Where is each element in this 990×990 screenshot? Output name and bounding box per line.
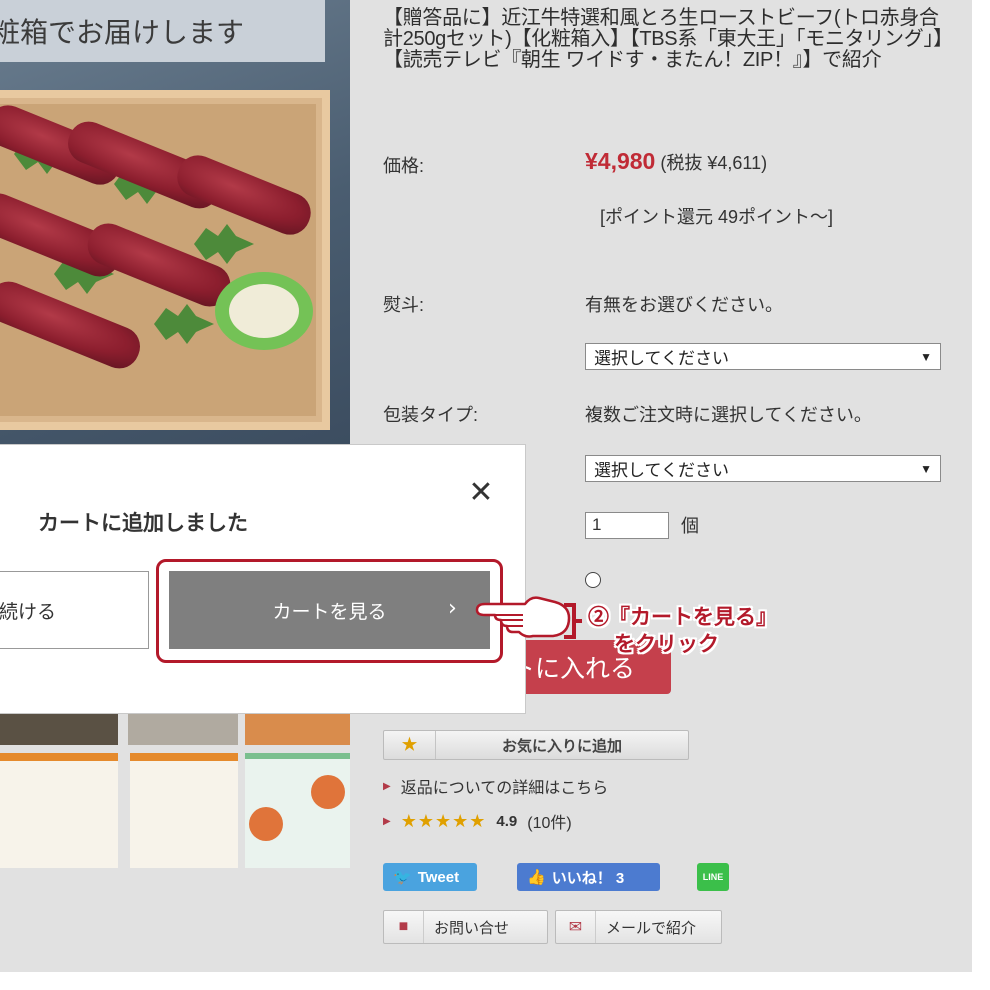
close-icon[interactable]: ✕ bbox=[466, 478, 496, 508]
tweet-button[interactable]: 🐦 Tweet bbox=[383, 863, 477, 891]
chevron-down-icon: ▼ bbox=[920, 461, 932, 476]
like-label: いいね！ 3 bbox=[551, 869, 625, 887]
add-favorite-label: お気に入りに追加 bbox=[501, 737, 622, 755]
rating-row[interactable]: ▶ ★★★★★ 4.9 (10件) bbox=[383, 809, 572, 833]
rating-count: (10件) bbox=[527, 815, 572, 832]
points-note: [ポイント還元 49ポイント～] bbox=[600, 207, 834, 227]
speech-bubble-icon: ■ bbox=[384, 911, 424, 943]
rating-score: 4.9 bbox=[496, 812, 518, 830]
product-photo: 粧箱でお届けします bbox=[0, 0, 350, 445]
mail-referral-label: メールで紹介 bbox=[606, 919, 697, 937]
triangle-bullet-icon: ▶ bbox=[383, 815, 391, 827]
highlight-frame bbox=[156, 559, 503, 663]
photo-banner-text: 粧箱でお届けします bbox=[0, 16, 245, 49]
price-label: 価格: bbox=[383, 156, 425, 176]
bird-icon: 🐦 bbox=[393, 869, 412, 886]
bracket-icon bbox=[564, 603, 582, 639]
product-page: 粧箱でお届けします 【贈答品に】近江牛特選和風とろ生ローストビーフ(トロ赤身合計… bbox=[0, 0, 972, 972]
product-title: 【贈答品に】近江牛特選和風とろ生ローストビーフ(トロ赤身合計250gセット)【化… bbox=[383, 7, 943, 71]
quantity-unit: 個 bbox=[681, 516, 699, 536]
thumbs-up-icon: 👍 bbox=[527, 869, 546, 886]
triangle-bullet-icon: ▶ bbox=[383, 780, 391, 792]
wrapping-label: 包装タイプ: bbox=[383, 405, 479, 425]
photo-banner: 粧箱でお届けします bbox=[0, 0, 325, 62]
inquiry-label: お問い合せ bbox=[434, 919, 510, 937]
wrapping-select[interactable]: 選択してください ▼ bbox=[585, 455, 941, 482]
price-value: ¥4,980 bbox=[585, 148, 656, 174]
noshi-prompt: 有無をお選びください。 bbox=[585, 295, 783, 315]
pointing-hand-icon bbox=[475, 596, 571, 638]
envelope-icon: ✉ bbox=[556, 911, 596, 943]
returns-link-label: 返品についての詳細はこちら bbox=[400, 780, 609, 797]
noshi-select[interactable]: 選択してください ▼ bbox=[585, 343, 941, 370]
thumbnail-gallery bbox=[0, 713, 350, 868]
noshi-select-value: 選択してください bbox=[594, 349, 729, 368]
thumbnail[interactable] bbox=[245, 713, 350, 745]
instruction-line-1: ②『カートを見る』 bbox=[588, 606, 777, 629]
mail-referral-button[interactable]: ✉ メールで紹介 bbox=[555, 910, 722, 944]
gift-box-image bbox=[0, 90, 330, 430]
continue-shopping-label: 続ける bbox=[0, 601, 57, 623]
chevron-down-icon: ▼ bbox=[920, 349, 932, 364]
quantity-input[interactable]: 1 bbox=[585, 512, 669, 539]
line-share-button[interactable]: LINE bbox=[697, 863, 729, 891]
dialog-title: カートに追加しました bbox=[38, 512, 248, 535]
continue-shopping-button[interactable]: 続ける bbox=[0, 571, 149, 649]
instruction-line-2: をクリック bbox=[614, 633, 719, 656]
thumbnail[interactable] bbox=[128, 713, 238, 745]
like-button[interactable]: 👍 いいね！ 3 bbox=[517, 863, 660, 891]
tweet-label: Tweet bbox=[417, 868, 460, 886]
instruction-callout: ②『カートを見る』 をクリック bbox=[588, 604, 777, 658]
option-radio[interactable] bbox=[585, 572, 601, 588]
inquiry-button[interactable]: ■ お問い合せ bbox=[383, 910, 548, 944]
price-block: ¥4,980 (税抜 ¥4,611) bbox=[585, 148, 767, 175]
line-icon: LINE bbox=[702, 872, 724, 882]
rating-stars-icon: ★★★★★ bbox=[400, 810, 487, 831]
wrapping-select-value: 選択してください bbox=[594, 461, 729, 480]
thumbnail[interactable] bbox=[130, 753, 238, 868]
thumbnail[interactable] bbox=[0, 713, 118, 745]
garnish-cup bbox=[215, 272, 313, 350]
noshi-label: 熨斗: bbox=[383, 295, 425, 315]
add-favorite-button[interactable]: ★ お気に入りに追加 bbox=[383, 730, 689, 760]
wrapping-prompt: 複数ご注文時に選択してください。 bbox=[585, 405, 872, 425]
returns-link[interactable]: ▶ 返品についての詳細はこちら bbox=[383, 774, 608, 798]
thumbnail[interactable] bbox=[245, 753, 350, 868]
thumbnail[interactable] bbox=[0, 753, 118, 868]
star-icon: ★ bbox=[384, 731, 436, 759]
price-tax-note: (税抜 ¥4,611) bbox=[660, 153, 768, 173]
